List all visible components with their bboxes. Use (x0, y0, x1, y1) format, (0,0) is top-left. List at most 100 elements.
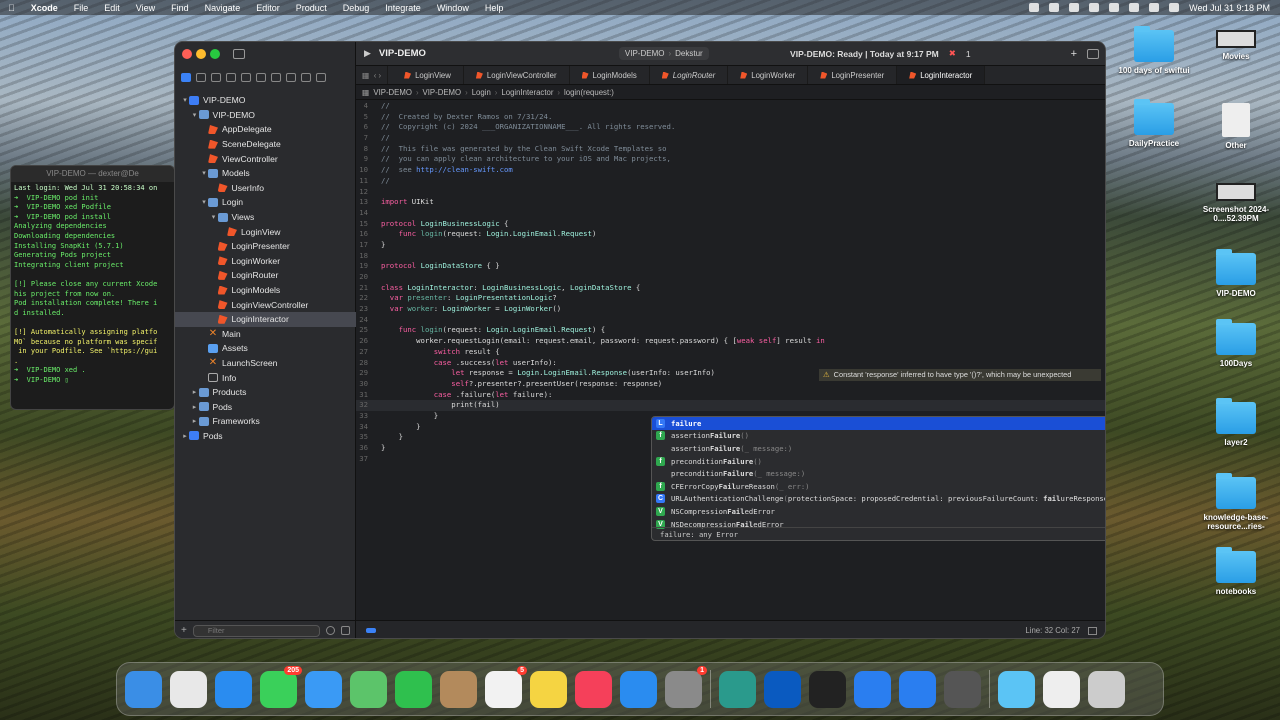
finder-icon[interactable] (125, 670, 162, 708)
control-center-icon[interactable] (1169, 3, 1180, 12)
jumpbar-item[interactable]: VIP-DEMO (423, 88, 462, 97)
menu-item-navigate[interactable]: Navigate (197, 3, 249, 13)
code-line[interactable]: 5 // Created by Dexter Ramos on 7/31/24. (356, 112, 1105, 123)
jumpbar-item[interactable]: login(request:) (564, 88, 614, 97)
code-line[interactable]: 32 print(fail) (356, 400, 1105, 411)
code-line[interactable]: 25 func login(request: Login.LoginEmail.… (356, 325, 1105, 336)
wifi-icon[interactable] (1129, 3, 1140, 12)
status-icon[interactable] (1029, 3, 1040, 12)
breakpoint-navigator-icon[interactable] (301, 72, 311, 82)
tab-overview-icon[interactable]: ▦ ‹ › (356, 66, 389, 84)
app-menu[interactable]: Xcode (23, 3, 66, 13)
navigator-item-loginpresenter[interactable]: LoginPresenter (175, 239, 356, 254)
desktop-item[interactable]: DailyPractice (1109, 99, 1199, 148)
reminders-icon[interactable]: 5 (485, 665, 527, 708)
code-line[interactable]: 21 class LoginInteractor: LoginBusinessLo… (356, 283, 1105, 294)
document-icon[interactable] (1043, 670, 1080, 708)
code-line[interactable]: 13 import UIKit (356, 197, 1105, 208)
code-line[interactable]: 19 protocol LoginDataStore { } (356, 261, 1105, 272)
scheme-selector[interactable]: VIP-DEMO › Dekstur (618, 47, 709, 60)
tab-loginworker[interactable]: LoginWorker (728, 66, 809, 84)
desktop-item[interactable]: Movies (1191, 30, 1280, 61)
navigator-item-scenedelegate[interactable]: SceneDelegate (175, 137, 356, 152)
code-line[interactable]: 15 protocol LoginBusinessLogic { (356, 219, 1105, 230)
navigator-item-products[interactable]: ▸ Products (175, 385, 356, 400)
terminal-window[interactable]: VIP-DEMO — dexter@De Last login: Wed Jul… (10, 165, 175, 410)
completion-item[interactable]: assertionFailure(_ message:) (652, 442, 1105, 455)
code-line[interactable]: 18 (356, 251, 1105, 262)
disclosure-icon[interactable]: ▾ (181, 96, 189, 104)
clock[interactable]: Wed Jul 31 9:18 PM (1189, 3, 1270, 13)
menu-item-view[interactable]: View (128, 3, 163, 13)
navigator-item-models[interactable]: ▾ Models (175, 166, 356, 181)
menu-item-edit[interactable]: Edit (96, 3, 128, 13)
menu-item-find[interactable]: Find (163, 3, 197, 13)
tab-logininteractor[interactable]: LoginInteractor (897, 66, 986, 84)
completion-item[interactable]: V NSCompressionFailedError (652, 505, 1105, 518)
completion-item[interactable]: C URLAuthenticationChallenge(protectionSp… (652, 493, 1105, 506)
debug-area-toggle-icon[interactable] (366, 628, 376, 633)
disclosure-icon[interactable]: ▾ (200, 198, 208, 206)
navigator-item-login[interactable]: ▾ Login (175, 195, 356, 210)
run-button[interactable]: ▶ (364, 48, 371, 59)
music-icon[interactable] (575, 670, 612, 708)
status-icon[interactable] (1049, 3, 1060, 12)
disclosure-icon[interactable]: ▸ (191, 388, 199, 396)
launchpad-icon[interactable] (170, 670, 207, 708)
terminal-output[interactable]: Last login: Wed Jul 31 20:58:34 on ➜ VIP-… (11, 182, 174, 387)
code-line[interactable]: 23 var worker: LoginWorker = LoginWorker… (356, 304, 1105, 315)
navigator-item-loginmodels[interactable]: LoginModels (175, 283, 356, 298)
navigator-item-vip-demo[interactable]: ▾ VIP-DEMO (175, 108, 356, 123)
desktop-item[interactable]: knowledge-base-resource...ries- (1191, 473, 1280, 531)
inspector-toggle-icon[interactable] (1087, 48, 1099, 59)
edge-icon[interactable] (719, 670, 756, 708)
jumpbar-item[interactable]: Login (472, 88, 491, 97)
xcode-icon[interactable] (854, 670, 891, 708)
code-line[interactable]: 26 worker.requestLogin(email: request.em… (356, 336, 1105, 347)
completion-item[interactable]: Lfailure (652, 417, 1105, 430)
jumpbar-item[interactable]: LoginInteractor (501, 88, 553, 97)
downloads-icon[interactable] (998, 670, 1035, 708)
code-line[interactable]: 9 // you can apply clean architecture to … (356, 154, 1105, 165)
sidebar-toggle-icon[interactable] (233, 49, 245, 59)
navigator-item-loginviewcontroller[interactable]: LoginViewController (175, 297, 356, 312)
debug-navigator-icon[interactable] (286, 72, 296, 82)
trash-icon[interactable] (1088, 670, 1125, 708)
menu-item-file[interactable]: File (66, 3, 97, 13)
close-window-button[interactable] (182, 49, 192, 59)
facetime-icon[interactable] (395, 670, 432, 708)
menu-item-help[interactable]: Help (477, 3, 512, 13)
disclosure-icon[interactable]: ▸ (191, 417, 199, 425)
warning-count[interactable]: 1 (966, 49, 971, 59)
source-control-icon[interactable] (196, 72, 206, 82)
code-line[interactable]: 7 // (356, 133, 1105, 144)
issue-navigator-icon[interactable] (256, 72, 266, 82)
settings-icon[interactable]: 1 (665, 665, 707, 708)
menu-item-debug[interactable]: Debug (335, 3, 378, 13)
tab-loginmodels[interactable]: LoginModels (570, 66, 650, 84)
code-line[interactable]: 16 func login(request: Login.LoginEmail.… (356, 229, 1105, 240)
completion-item[interactable]: f CFErrorCopyFailureReason(_ err:) (652, 480, 1105, 493)
grid-icon[interactable]: ▦ (362, 88, 369, 97)
navigator-item-vip-demo[interactable]: ▾ VIP-DEMO (175, 93, 356, 108)
code-line[interactable]: 22 var presenter: LoginPresentationLogic… (356, 293, 1105, 304)
messages-icon[interactable]: 205 (260, 665, 302, 708)
completion-item[interactable]: f preconditionFailure() (652, 455, 1105, 468)
code-line[interactable]: 11 // (356, 176, 1105, 187)
disclosure-icon[interactable]: ▾ (191, 111, 199, 119)
code-completion-popup[interactable]: Lfailure f assertionFailure() assertionFail… (651, 416, 1105, 541)
navigator-item-logininteractor[interactable]: LoginInteractor (175, 311, 356, 327)
symbol-navigator-icon[interactable] (226, 72, 236, 82)
filter-input[interactable]: Filter (192, 624, 320, 637)
desktop-item[interactable]: VIP-DEMO (1191, 249, 1280, 298)
recent-files-icon[interactable] (326, 626, 335, 635)
status-icon[interactable] (1069, 3, 1080, 12)
notes-icon[interactable] (530, 670, 567, 708)
code-line[interactable]: 12 (356, 187, 1105, 198)
disclosure-icon[interactable]: ▾ (200, 169, 208, 177)
code-line[interactable]: 27 switch result { (356, 347, 1105, 358)
instruments-icon[interactable] (899, 670, 936, 708)
find-navigator-icon[interactable] (241, 72, 251, 82)
tab-loginrouter[interactable]: LoginRouter (650, 66, 729, 84)
test-navigator-icon[interactable] (271, 72, 281, 82)
